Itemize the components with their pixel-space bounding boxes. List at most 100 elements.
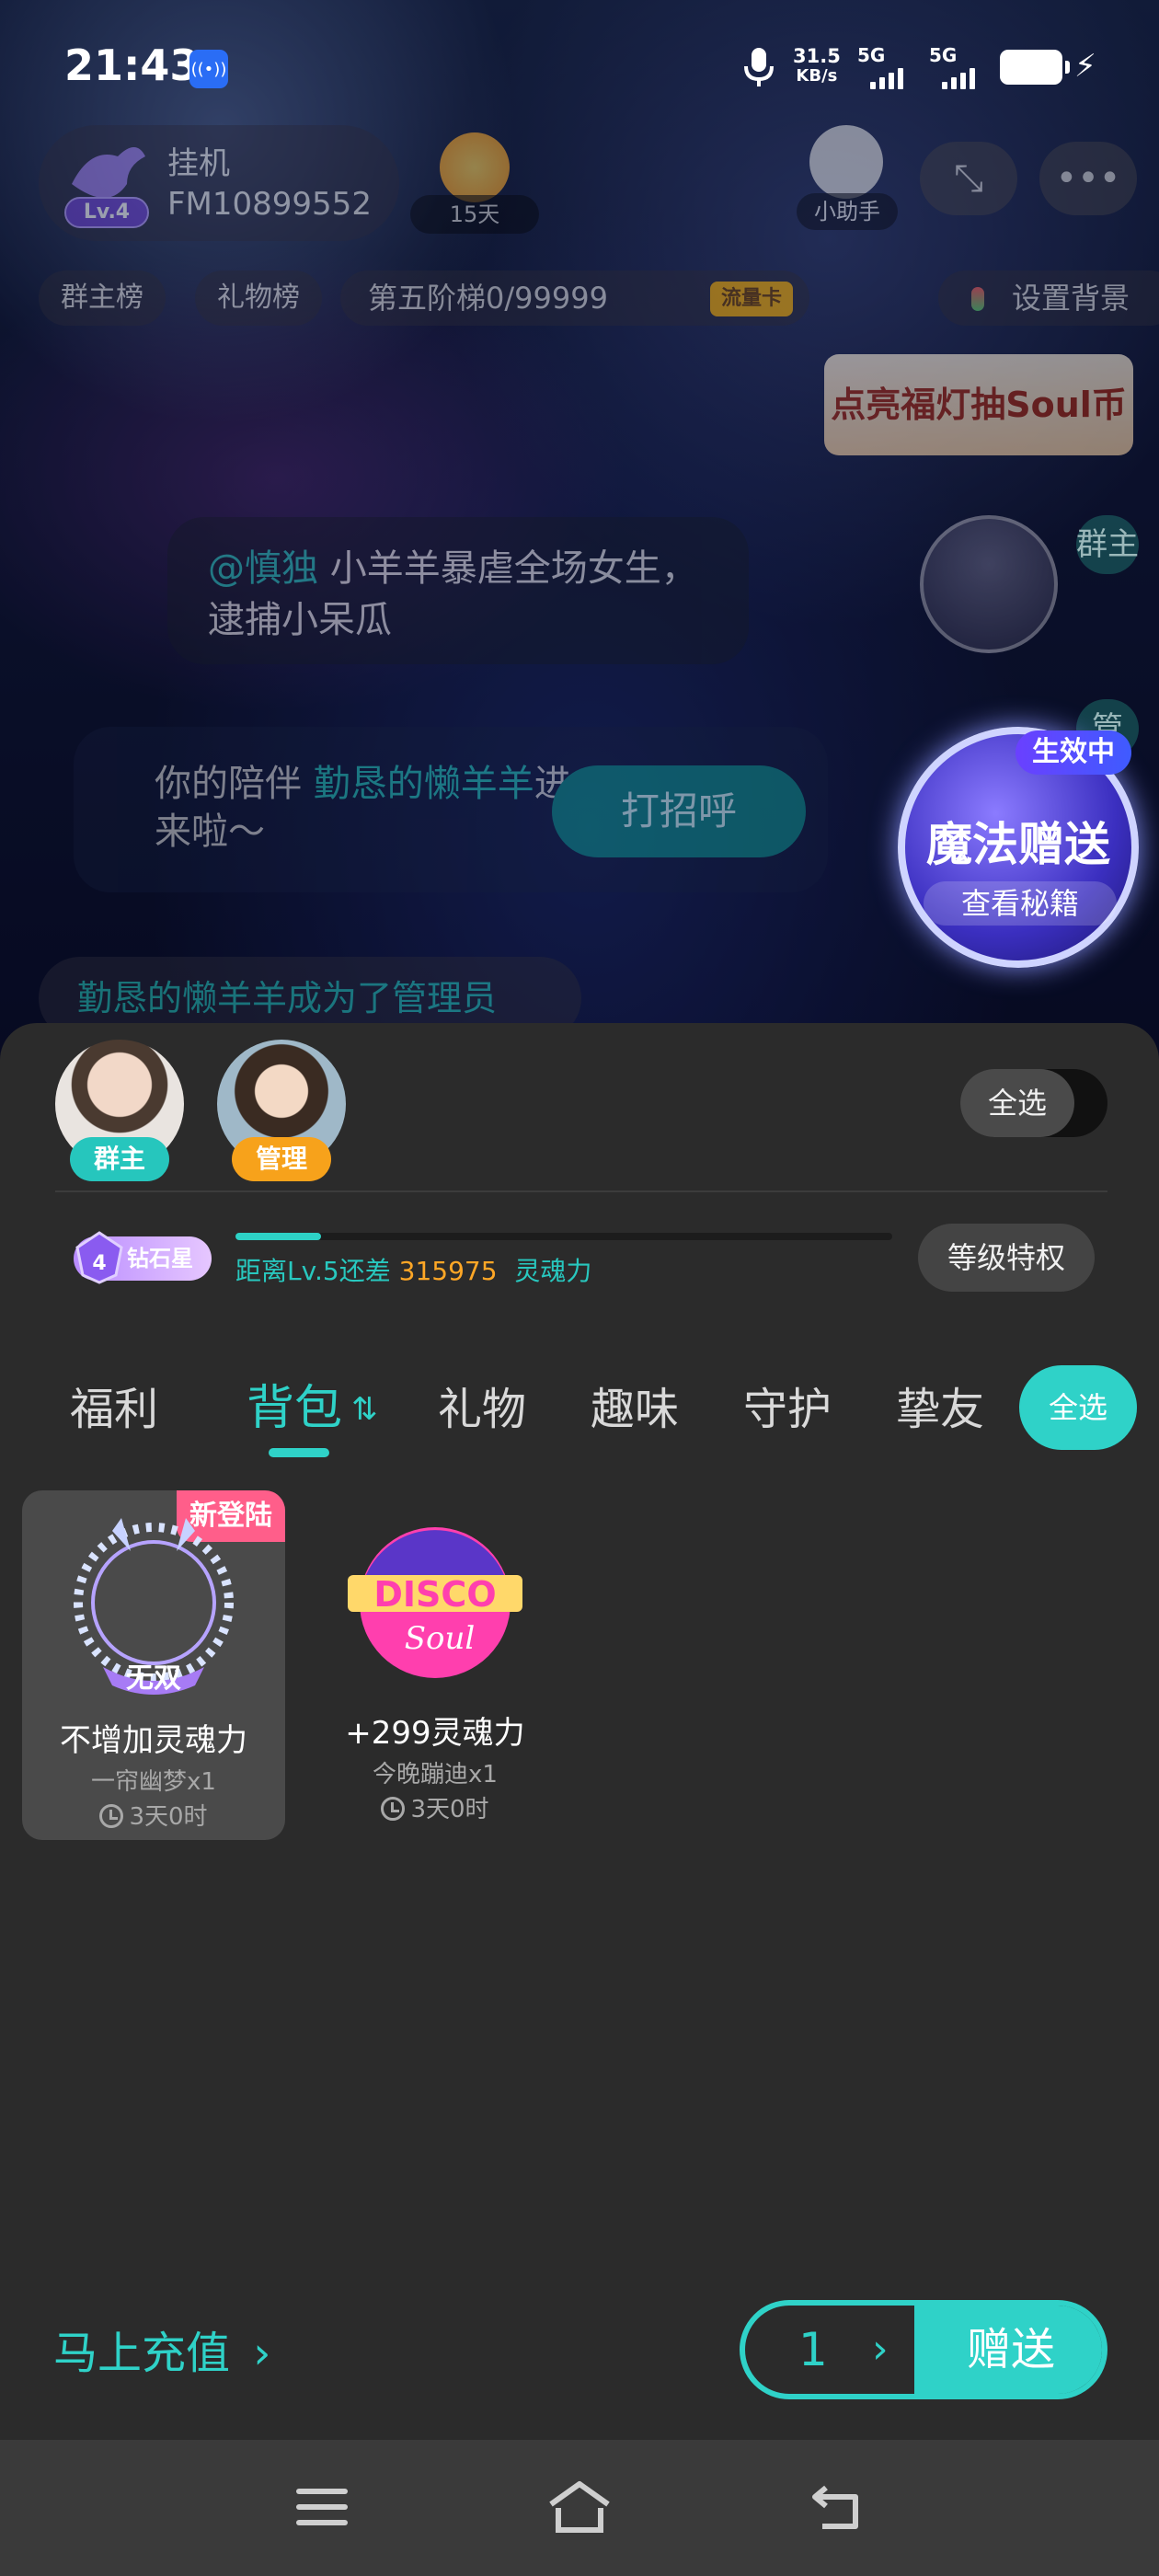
chat-bubble: @慎独 小羊羊暴虐全场女生，逮捕小呆瓜 xyxy=(167,517,749,664)
net-speed: 31.5 KB/s xyxy=(793,46,841,86)
level-badge-label: 钻石星 xyxy=(127,1246,193,1271)
traffic-card-badge: 流量卡 xyxy=(709,282,793,316)
level-privilege-button[interactable]: 等级特权 xyxy=(918,1224,1095,1292)
quantity-chevron-icon[interactable]: › xyxy=(872,2306,889,2394)
frame-gift-text: 无双 xyxy=(126,1662,181,1695)
net-speed-value: 31.5 xyxy=(793,45,841,67)
send-button[interactable]: 赠送 xyxy=(914,2306,1102,2394)
assistant-icon[interactable] xyxy=(809,125,883,199)
bolt-icon: ⚡ xyxy=(1074,48,1096,85)
traffic-light-icon xyxy=(971,287,984,311)
magic-title: 魔法赠送 xyxy=(926,817,1110,871)
welcome-text: 你的陪伴 勤恳的懒羊羊进来啦～ xyxy=(155,760,587,856)
magic-gift-orb[interactable]: 生效中 魔法赠送 查看秘籍 xyxy=(898,727,1139,968)
level-text-prefix: 距离Lv.5还差 xyxy=(235,1256,391,1286)
status-bar: 21:43 ((•)) 31.5 KB/s 5G 5G ⚡ xyxy=(0,0,1159,138)
clock-icon xyxy=(381,1797,406,1821)
chat-mention[interactable]: @慎独 xyxy=(208,547,318,590)
host-role-tag: 群主 xyxy=(70,1137,169,1181)
select-all-items-button[interactable]: 全选 xyxy=(1019,1365,1137,1450)
quantity-value[interactable]: 1 xyxy=(798,2306,828,2394)
menu-button[interactable] xyxy=(285,2475,359,2539)
room-id: FM10899552 xyxy=(167,186,372,223)
disco-gift-subtext: Soul xyxy=(405,1620,476,1657)
net-speed-unit: KB/s xyxy=(796,66,838,86)
item-expire-text: 3天0时 xyxy=(129,1803,208,1831)
tab-gifts[interactable]: 礼物 xyxy=(438,1373,526,1437)
admin-role-tag: 管理 xyxy=(232,1137,331,1181)
disco-gift-text: DISCO xyxy=(373,1574,496,1615)
diamond-star-icon: 4 xyxy=(75,1231,123,1284)
owner-rank-button[interactable]: 群主榜 xyxy=(39,270,166,326)
more-button[interactable]: ••• xyxy=(1039,142,1137,215)
sim2-label: 5G xyxy=(929,44,958,66)
side-tab-owner[interactable]: 群主 xyxy=(1076,515,1139,574)
disco-gift-image: DISCO Soul xyxy=(348,1527,522,1678)
level-badge: 4 钻石星 xyxy=(74,1231,212,1284)
room-name: 挂机 xyxy=(167,145,230,182)
backpack-item[interactable]: 新登陆 无双 不增加灵魂力 一帘幽梦x1 3天0时 xyxy=(22,1490,285,1840)
gift-panel: 群主 管理 全选 4 钻石星 距离Lv.5还差 315975 灵魂力 等级特权 … xyxy=(0,1023,1159,2440)
set-background-button[interactable]: 设置背景 xyxy=(938,270,1159,326)
chevron-right-icon: › xyxy=(253,2328,271,2379)
mic-seat-avatar[interactable] xyxy=(920,515,1058,653)
item-expire: 3天0时 xyxy=(22,1798,285,1832)
backpack-item[interactable]: DISCO Soul +299灵魂力 今晚蹦迪x1 3天0时 xyxy=(304,1490,567,1840)
set-background-label: 设置背景 xyxy=(1012,281,1130,316)
magic-guide-button[interactable]: 查看秘籍 xyxy=(924,881,1117,926)
frame-gift-image: 无双 xyxy=(74,1518,234,1695)
gift-rank-button[interactable]: 礼物榜 xyxy=(195,270,322,326)
quantity-send-group: 1 › 赠送 xyxy=(740,2300,1107,2399)
room-header: Lv.4 挂机 FM10899552 15天 小助手 ⤡ ••• 群主榜 礼物榜… xyxy=(0,120,1159,524)
active-tab-underline xyxy=(269,1448,329,1457)
sim1-label: 5G xyxy=(857,44,886,66)
clock-icon xyxy=(99,1804,124,1828)
sun-icon[interactable] xyxy=(440,132,510,202)
item-name: 不增加灵魂力 xyxy=(60,1722,247,1759)
tab-close-friend[interactable]: 挚友 xyxy=(896,1373,984,1437)
lucky-lantern-banner[interactable]: 点亮福灯抽Soul币 xyxy=(824,354,1133,455)
battery-icon xyxy=(1000,50,1070,85)
room-level-badge: Lv.4 xyxy=(64,197,149,228)
back-button[interactable] xyxy=(800,2475,874,2539)
days-count: 15天 xyxy=(410,195,539,234)
recharge-link[interactable]: 马上充值 › xyxy=(53,2317,270,2381)
level-text-suffix: 灵魂力 xyxy=(514,1256,592,1286)
clock: 21:43 xyxy=(64,40,200,90)
item-expire-text: 3天0时 xyxy=(410,1796,489,1823)
tab-guard[interactable]: 守护 xyxy=(743,1373,832,1437)
item-expire: 3天0时 xyxy=(304,1790,567,1824)
recharge-label: 马上充值 xyxy=(53,2328,231,2379)
welcome-user[interactable]: 勤恳的懒羊羊 xyxy=(314,763,534,805)
system-nav-bar xyxy=(0,2440,1159,2576)
level-progress-text: 距离Lv.5还差 315975 灵魂力 xyxy=(235,1251,591,1288)
sort-icon[interactable]: ⇅ xyxy=(351,1391,378,1428)
select-all-label: 全选 xyxy=(960,1069,1074,1137)
say-hello-button[interactable]: 打招呼 xyxy=(552,765,806,857)
tab-welfare[interactable]: 福利 xyxy=(70,1373,158,1437)
tab-backpack[interactable]: 背包 xyxy=(247,1369,342,1438)
item-sub: 一帘幽梦x1 xyxy=(91,1768,216,1796)
back-icon xyxy=(812,2485,858,2529)
home-icon xyxy=(549,2481,610,2533)
assistant-label[interactable]: 小助手 xyxy=(797,193,898,230)
minimize-button[interactable]: ⤡ xyxy=(920,142,1017,215)
tab-fun[interactable]: 趣味 xyxy=(591,1373,679,1437)
welcome-prefix: 你的陪伴 xyxy=(155,763,314,805)
welcome-card: 你的陪伴 勤恳的懒羊羊进来啦～ 打招呼 xyxy=(74,727,828,892)
divider xyxy=(55,1190,1107,1192)
mic-icon xyxy=(744,48,774,86)
hotspot-icon: ((•)) xyxy=(189,50,228,88)
item-sub: 今晚蹦迪x1 xyxy=(373,1761,498,1788)
menu-icon xyxy=(296,2489,348,2525)
level-text-num: 315975 xyxy=(398,1256,498,1286)
ladder-text: 第五阶梯0/99999 xyxy=(368,281,608,316)
select-all-recipients-toggle[interactable]: 全选 xyxy=(960,1069,1107,1137)
ladder-progress[interactable]: 第五阶梯0/99999 流量卡 xyxy=(340,270,809,326)
item-name: +299灵魂力 xyxy=(345,1715,525,1752)
magic-active-badge: 生效中 xyxy=(1016,730,1131,775)
level-progress-fill xyxy=(235,1233,321,1240)
home-button[interactable] xyxy=(543,2475,616,2539)
level-progress-bar xyxy=(235,1233,892,1240)
level-badge-number: 4 xyxy=(92,1252,106,1275)
